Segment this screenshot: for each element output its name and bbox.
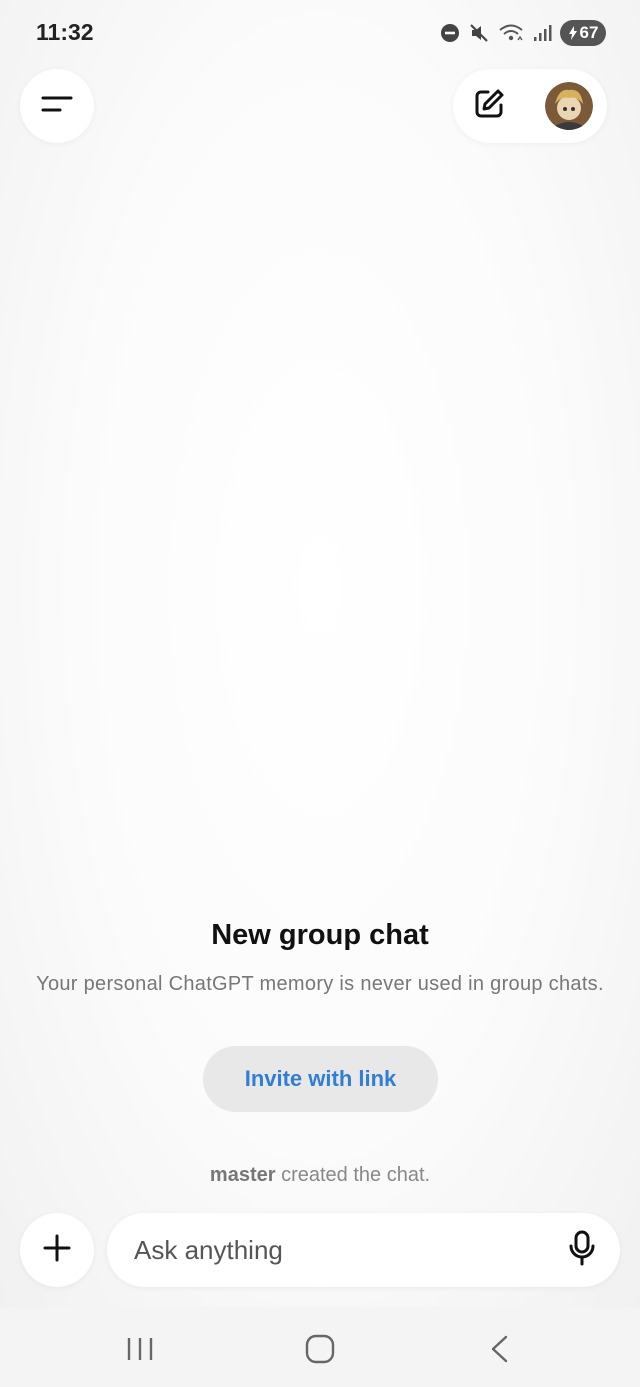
menu-button[interactable]	[20, 69, 94, 143]
app-screen: 11:32 67 New group chat Your personal Ch…	[0, 0, 640, 1307]
wifi-icon	[498, 22, 524, 44]
new-chat-button[interactable]	[469, 86, 509, 126]
created-text: created the chat.	[275, 1164, 431, 1186]
menu-icon	[40, 92, 74, 121]
plus-icon	[42, 1233, 72, 1268]
battery-level: 67	[579, 23, 599, 42]
header-actions	[453, 69, 607, 143]
edit-icon	[472, 87, 506, 126]
home-icon[interactable]	[304, 1333, 336, 1370]
status-time: 11:32	[36, 19, 94, 45]
battery-icon: 67	[560, 20, 606, 46]
back-icon[interactable]	[488, 1334, 512, 1369]
add-attachment-button[interactable]	[20, 1213, 94, 1287]
memory-notice: Your personal ChatGPT memory is never us…	[36, 973, 604, 995]
status-bar: 11:32 67	[0, 0, 640, 66]
do-not-disturb-icon	[440, 23, 460, 43]
voice-input-button[interactable]	[564, 1230, 600, 1271]
system-nav-bar	[0, 1307, 640, 1387]
message-input[interactable]: Ask anything	[107, 1213, 620, 1287]
page-title: New group chat	[211, 919, 429, 951]
status-icons: 67	[440, 20, 606, 46]
chat-created-message: master created the chat.	[0, 1164, 640, 1187]
recents-icon[interactable]	[126, 1336, 154, 1367]
mute-icon	[468, 22, 490, 44]
invite-with-link-button[interactable]: Invite with link	[203, 1046, 438, 1112]
avatar[interactable]	[545, 82, 593, 130]
signal-icon	[532, 23, 552, 43]
message-input-placeholder: Ask anything	[134, 1235, 283, 1265]
mic-icon	[567, 1230, 597, 1271]
creator-name: master	[209, 1164, 276, 1186]
